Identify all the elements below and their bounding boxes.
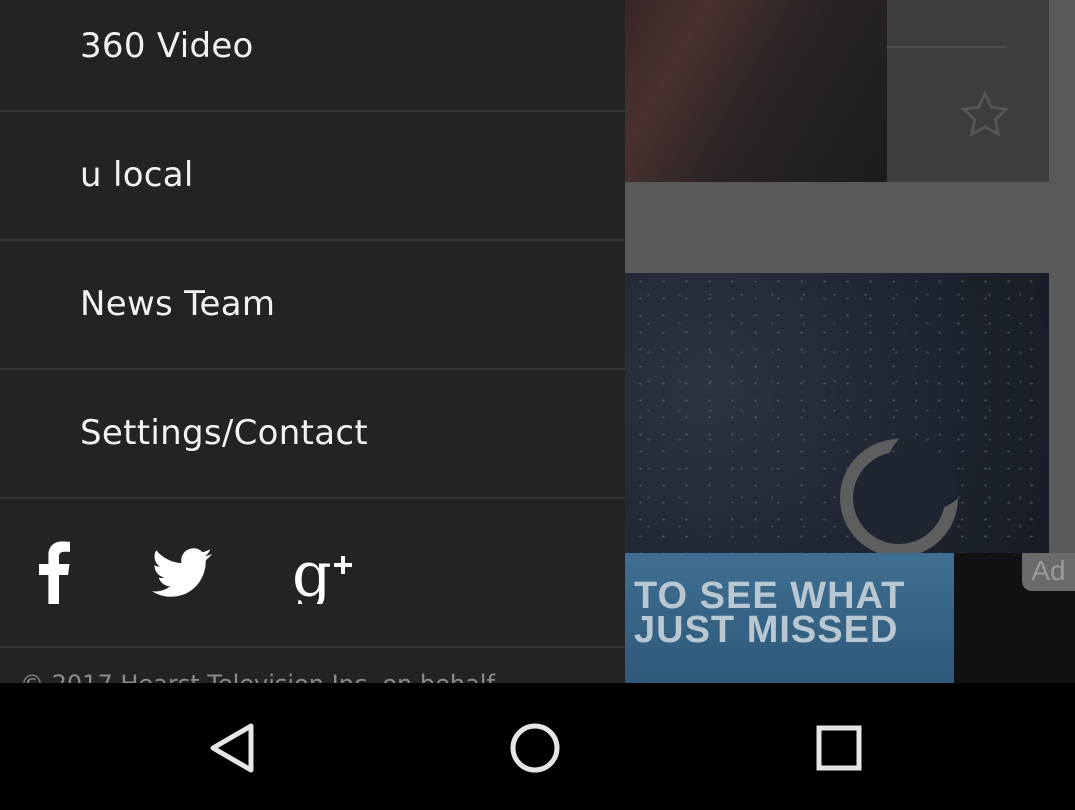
divider — [887, 46, 1007, 48]
menu-item-360-video[interactable]: 360 Video — [0, 0, 625, 112]
recents-icon — [816, 725, 862, 771]
navigation-drawer: 360 Video u local News Team Settings/Con… — [0, 0, 625, 683]
menu-item-label: 360 Video — [80, 26, 254, 66]
menu-item-label: News Team — [80, 284, 276, 324]
story-card-top[interactable] — [560, 0, 1049, 182]
video-card[interactable] — [560, 273, 1049, 563]
video-noise — [560, 273, 1049, 563]
facebook-icon[interactable] — [36, 540, 72, 604]
recents-button[interactable] — [794, 703, 884, 793]
back-button[interactable] — [187, 703, 277, 793]
menu-item-settings-contact[interactable]: Settings/Contact — [0, 371, 625, 499]
google-plus-icon[interactable]: g — [292, 540, 354, 604]
svg-text:g: g — [292, 540, 332, 604]
system-navigation-bar — [0, 683, 1075, 810]
home-icon — [510, 723, 560, 773]
copyright-text: © 2017 Hearst Television Inc. on behalf — [20, 670, 495, 683]
menu-item-label: u local — [80, 155, 194, 195]
home-button[interactable] — [490, 703, 580, 793]
menu-item-u-local[interactable]: u local — [0, 113, 625, 241]
menu-item-label: Settings/Contact — [80, 413, 368, 453]
twitter-icon[interactable] — [152, 548, 212, 598]
star-icon[interactable] — [958, 88, 1012, 142]
menu-item-news-team[interactable]: News Team — [0, 242, 625, 370]
ad-text-line2: JUST MISSED — [634, 609, 899, 651]
loading-spinner-icon — [840, 439, 958, 557]
back-icon — [210, 723, 254, 773]
ad-badge[interactable]: Ad — [1022, 553, 1075, 591]
